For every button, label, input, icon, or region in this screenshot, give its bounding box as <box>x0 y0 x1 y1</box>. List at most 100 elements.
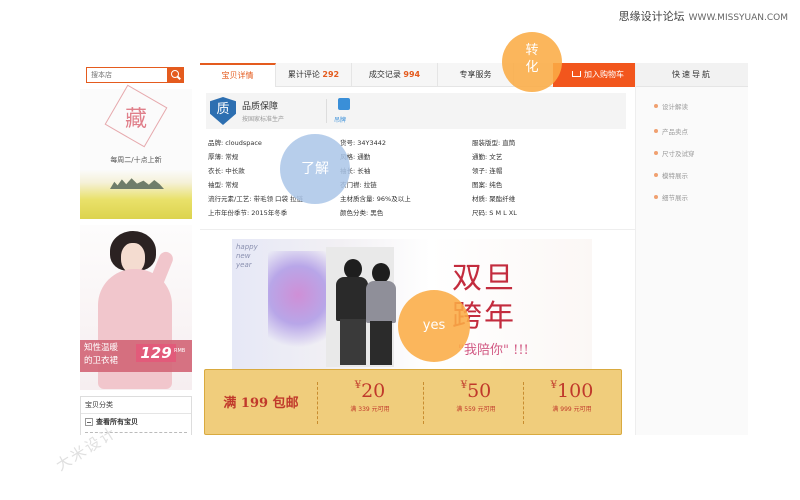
bullet-icon <box>654 173 658 177</box>
tab-services-label: 专享服务 <box>459 70 492 79</box>
promo-slogan-line1: 知性温暖 <box>84 343 119 353</box>
attr-length: 衣长: 中长款 <box>208 167 245 175</box>
coupon-100[interactable]: ¥100 满 999 元可用 <box>521 380 623 413</box>
attr-sleeve-type: 袖型: 常规 <box>208 181 239 189</box>
model1-legs <box>340 319 366 365</box>
model2-body <box>366 281 396 323</box>
attr-commute: 通勤: 文艺 <box>472 153 503 161</box>
shop-search-input[interactable] <box>87 68 167 82</box>
free-shipping-label: 满 199 包邮 <box>223 396 299 411</box>
hny-line-2: new <box>236 252 251 260</box>
main-content: 宝贝详情 累计评论 292 成交记录 994 专享服务 加入购物车 质 品质保障… <box>192 63 643 435</box>
poster-subtitle: "我陪你" !!! <box>458 343 529 358</box>
promo-price-unit: RMB <box>174 348 186 354</box>
left-sidebar: 藏 每周二/十点上新 知性温暖 的卫衣裙 129 RMB 宝贝分类 查看所有宝贝 <box>80 63 192 435</box>
side-promo-banner[interactable]: 知性温暖 的卫衣裙 129 RMB <box>80 225 192 390</box>
tab-details-label: 宝贝详情 <box>221 71 254 80</box>
add-to-cart-button[interactable]: 加入购物车 <box>553 63 643 87</box>
model2-legs <box>370 321 392 365</box>
hny-line-1: happy <box>236 243 258 251</box>
model1-body <box>336 277 368 321</box>
tag-icon[interactable] <box>338 98 350 110</box>
quality-divider <box>326 99 327 123</box>
category-title: 宝贝分类 <box>81 397 191 414</box>
callout-convert-line1: 转 <box>525 43 539 58</box>
attr-elements: 流行元素/工艺: 带毛领 口袋 拉链 <box>208 195 304 203</box>
quick-nav-title: 快速导航 <box>636 63 748 87</box>
collapse-icon[interactable] <box>85 418 93 426</box>
attr-material-content: 主材质含量: 96%及以上 <box>340 195 411 203</box>
site-watermark: 思缘设计论坛 WWW.MISSYUAN.COM <box>619 8 788 24</box>
cart-icon <box>572 70 581 77</box>
coupon-value: 50 <box>467 380 492 402</box>
coupon-20[interactable]: ¥20 满 339 元可用 <box>319 380 421 413</box>
promo-slogan: 知性温暖 的卫衣裙 <box>84 342 128 368</box>
search-icon[interactable] <box>167 68 183 82</box>
coupon-divider <box>317 382 318 424</box>
attr-size: 尺码: S M L XL <box>472 209 517 217</box>
model2-head <box>372 263 390 283</box>
quality-guarantee: 质 品质保障 按国家标准生产 吊牌 <box>206 93 626 129</box>
coupon-value: 20 <box>361 380 386 402</box>
attr-fit: 服装版型: 直筒 <box>472 139 516 147</box>
tab-details[interactable]: 宝贝详情 <box>200 63 276 87</box>
quick-nav: 快速导航 设计解读 产品卖点 尺寸及试穿 模特展示 细节展示 <box>635 63 748 435</box>
purple-splash <box>268 251 328 361</box>
shop-banner[interactable]: 藏 每周二/十点上新 <box>80 84 192 219</box>
attr-sku: 货号: 34Y3442 <box>340 139 387 147</box>
coupon-bar: 满 199 包邮 ¥20 满 339 元可用 ¥50 满 559 元可用 ¥10… <box>204 369 622 435</box>
product-detail-page: 藏 每周二/十点上新 知性温暖 的卫衣裙 129 RMB 宝贝分类 查看所有宝贝 <box>80 63 748 435</box>
callout-yes: yes <box>398 290 470 362</box>
new-arrival-schedule: 每周二/十点上新 <box>110 156 162 164</box>
tab-transactions[interactable]: 成交记录 994 <box>352 63 438 87</box>
callout-understand: 了解 <box>280 134 350 204</box>
attr-collar: 领子: 连帽 <box>472 167 503 175</box>
attr-thickness: 厚薄: 常规 <box>208 153 239 161</box>
coupon-condition: 满 339 元可用 <box>350 406 390 413</box>
promo-price: 129 <box>136 344 176 362</box>
watermark-site: WWW.MISSYUAN.COM <box>688 13 788 23</box>
detail-tabs: 宝贝详情 累计评论 292 成交记录 994 专享服务 加入购物车 <box>200 63 643 87</box>
bullet-icon <box>654 151 658 155</box>
bullet-icon <box>654 104 658 108</box>
attributes-divider <box>200 229 635 230</box>
tag-label[interactable]: 吊牌 <box>334 115 346 124</box>
tab-reviews[interactable]: 累计评论 292 <box>276 63 352 87</box>
callout-convert-line2: 化 <box>525 60 539 75</box>
nav-item-size[interactable]: 尺寸及试穿 <box>662 148 695 158</box>
nav-item-design[interactable]: 设计解读 <box>662 101 688 111</box>
bullet-icon <box>654 195 658 199</box>
coupon-amount: ¥20 <box>319 380 421 402</box>
shop-search <box>86 67 184 83</box>
attr-material: 材质: 聚酯纤维 <box>472 195 516 203</box>
coupon-50[interactable]: ¥50 满 559 元可用 <box>425 380 527 413</box>
hny-line-3: year <box>236 261 252 269</box>
coupon-condition: 满 999 元可用 <box>552 406 592 413</box>
attr-pattern: 图案: 纯色 <box>472 181 503 189</box>
happy-new-year-text: happy new year <box>236 243 258 270</box>
coupon-amount: ¥50 <box>425 380 527 402</box>
nav-item-selling-points[interactable]: 产品卖点 <box>662 126 688 136</box>
attr-color: 颜色分类: 黑色 <box>340 209 384 217</box>
coupon-divider <box>423 382 424 424</box>
quality-title: 品质保障 <box>242 102 279 112</box>
tab-reviews-label: 累计评论 <box>287 70 320 79</box>
quality-subtitle: 按国家标准生产 <box>242 116 285 123</box>
tree-silhouette <box>110 178 164 189</box>
promo-slogan-line2: 的卫衣裙 <box>84 356 119 366</box>
coupon-condition: 满 559 元可用 <box>456 406 496 413</box>
add-to-cart-label: 加入购物车 <box>584 70 624 79</box>
coupon-amount: ¥100 <box>521 380 623 402</box>
attr-season: 上市年份季节: 2015年冬季 <box>208 209 288 217</box>
bullet-icon <box>654 129 658 133</box>
callout-convert: 转 化 <box>502 32 562 92</box>
coupon-value: 100 <box>557 380 594 402</box>
nav-item-model[interactable]: 模特展示 <box>662 170 688 180</box>
attr-brand: 品牌: cloudspace <box>208 139 262 147</box>
quality-shield-icon: 质 <box>210 97 236 125</box>
tab-transactions-label: 成交记录 <box>368 70 401 79</box>
nav-item-details[interactable]: 细节展示 <box>662 192 688 202</box>
watermark-brand: 思缘设计论坛 <box>618 10 685 23</box>
shop-logo-char: 藏 <box>124 107 147 132</box>
transaction-count: 994 <box>403 70 421 79</box>
